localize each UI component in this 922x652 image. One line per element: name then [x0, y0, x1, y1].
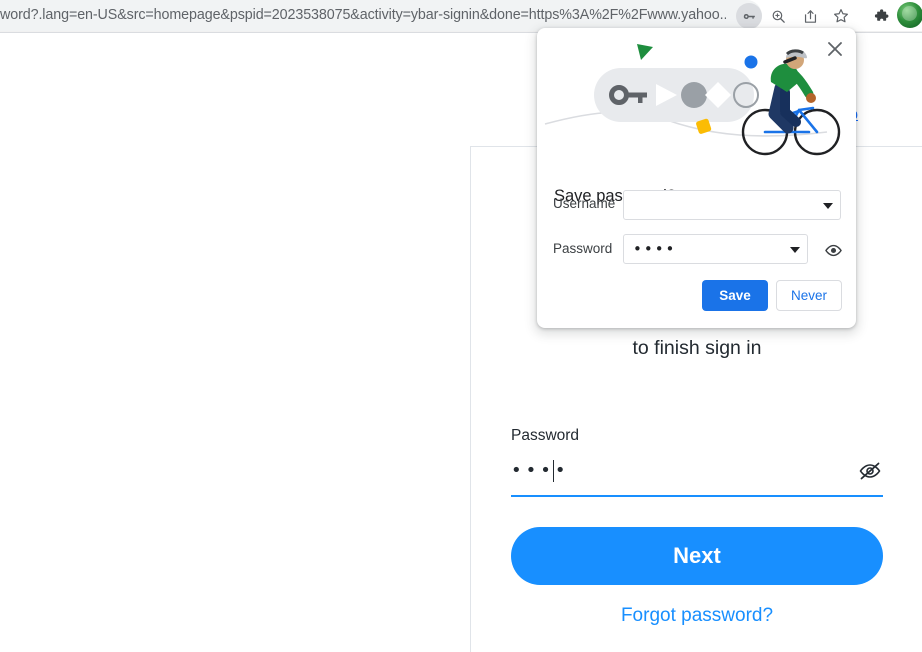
chevron-down-icon[interactable]: [790, 247, 800, 253]
bubble-password-field[interactable]: ••••: [623, 234, 808, 264]
eye-off-icon[interactable]: [857, 458, 883, 484]
bubble-password-value: ••••: [633, 240, 677, 258]
address-bar[interactable]: word?.lang=en-US&src=homepage&pspid=2023…: [0, 0, 762, 31]
close-icon[interactable]: [822, 36, 848, 62]
share-icon[interactable]: [797, 3, 823, 29]
password-label: Password: [553, 241, 613, 256]
never-button[interactable]: Never: [776, 280, 842, 311]
username-field[interactable]: [623, 190, 841, 220]
chevron-down-icon[interactable]: [823, 203, 833, 209]
password-field-label: Password: [511, 427, 580, 444]
forgot-password-link[interactable]: Forgot password?: [471, 605, 922, 627]
browser-window: word?.lang=en-US&src=homepage&pspid=2023…: [0, 0, 922, 652]
text-caret: [553, 460, 554, 482]
profile-avatar[interactable]: [897, 2, 922, 28]
next-button[interactable]: Next: [511, 527, 883, 585]
password-input[interactable]: ••••: [511, 452, 883, 497]
zoom-icon[interactable]: [765, 3, 791, 29]
password-key-icon[interactable]: [736, 3, 762, 29]
browser-toolbar: word?.lang=en-US&src=homepage&pspid=2023…: [0, 0, 922, 31]
username-label: Username: [553, 196, 616, 211]
save-button[interactable]: Save: [702, 280, 768, 311]
address-bar-url[interactable]: word?.lang=en-US&src=homepage&pspid=2023…: [0, 4, 726, 27]
bookmark-star-icon[interactable]: [828, 3, 854, 29]
eye-icon[interactable]: [823, 240, 843, 260]
cyclist-illustration: [741, 49, 841, 156]
password-manager-illustration: [537, 36, 856, 164]
finish-signin-text: to finish sign in: [632, 337, 762, 359]
password-input-value: ••••: [511, 460, 570, 481]
extensions-puzzle-icon[interactable]: [867, 3, 893, 29]
